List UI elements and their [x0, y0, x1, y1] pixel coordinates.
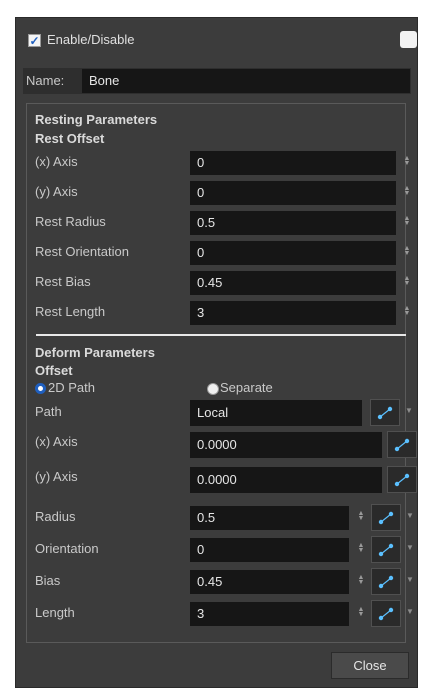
path-field[interactable]: Local — [190, 400, 362, 426]
rest-bias-field[interactable]: 0.45 — [190, 271, 396, 295]
path-label: Path — [35, 404, 62, 419]
spinner-arrows-icon[interactable]: ▲ ▼ — [357, 542, 365, 554]
dropdown-arrow-icon[interactable]: ▼ — [405, 406, 413, 415]
dropdown-arrow-icon[interactable]: ▼ — [406, 543, 414, 552]
deform-orientation-label: Orientation — [35, 541, 99, 556]
deform-x-axis-label: (x) Axis — [35, 434, 78, 449]
spinner-arrows-icon[interactable]: ▲ ▼ — [403, 275, 411, 287]
enable-checkbox[interactable]: ✓ — [28, 34, 41, 47]
rest-orientation-label: Rest Orientation — [35, 244, 129, 259]
deform-title: Deform Parameters — [35, 345, 155, 360]
close-button[interactable]: Close — [331, 652, 409, 679]
rest-y-axis-field[interactable]: 0 — [190, 181, 396, 205]
spinner-arrows-icon[interactable]: ▲ ▼ — [403, 305, 411, 317]
function-curve-icon[interactable] — [371, 600, 401, 627]
spinner-arrows-icon[interactable]: ▲ ▼ — [357, 574, 365, 586]
radio-2d-path[interactable] — [35, 383, 46, 394]
name-field[interactable]: Bone — [82, 69, 410, 93]
radio-2d-path-label: 2D Path — [48, 380, 95, 395]
spinner-arrows-icon[interactable]: ▲ ▼ — [357, 606, 365, 618]
rest-orientation-field[interactable]: 0 — [190, 241, 396, 265]
radio-separate-label: Separate — [220, 380, 273, 395]
rest-x-axis-field[interactable]: 0 — [190, 151, 396, 175]
rest-y-axis-label: (y) Axis — [35, 184, 78, 199]
deform-length-label: Length — [35, 605, 75, 620]
dropdown-arrow-icon[interactable]: ▼ — [406, 575, 414, 584]
spinner-arrows-icon[interactable]: ▲ ▼ — [403, 185, 411, 197]
deform-bias-field[interactable]: 0.45 — [190, 570, 349, 594]
rest-radius-field[interactable]: 0.5 — [190, 211, 396, 235]
rest-radius-label: Rest Radius — [35, 214, 106, 229]
deform-offset-title: Offset — [35, 363, 73, 378]
spinner-arrows-icon[interactable]: ▲ ▼ — [403, 215, 411, 227]
enable-label: Enable/Disable — [47, 32, 135, 47]
function-curve-icon[interactable] — [387, 466, 417, 493]
rest-bias-label: Rest Bias — [35, 274, 91, 289]
deform-length-field[interactable]: 3 — [190, 602, 349, 626]
deform-y-axis-field[interactable]: 0.0000 — [190, 467, 382, 493]
deform-radius-label: Radius — [35, 509, 76, 524]
color-swatch-button[interactable] — [400, 31, 417, 48]
resting-title: Resting Parameters — [35, 112, 158, 127]
spinner-arrows-icon[interactable]: ▲ ▼ — [357, 510, 365, 522]
function-curve-icon[interactable] — [371, 536, 401, 563]
rest-offset-title: Rest Offset — [35, 131, 105, 146]
function-curve-icon[interactable] — [370, 399, 400, 426]
function-curve-icon[interactable] — [371, 504, 401, 531]
radio-separate[interactable] — [207, 383, 219, 395]
name-label: Name: — [26, 73, 65, 88]
layer-properties-dialog: ✓ Enable/Disable Name: Bone Resting Para… — [15, 17, 418, 688]
deform-bias-label: Bias — [35, 573, 61, 588]
dropdown-arrow-icon[interactable]: ▼ — [406, 607, 414, 616]
rest-x-axis-label: (x) Axis — [35, 154, 78, 169]
spinner-arrows-icon[interactable]: ▲ ▼ — [403, 245, 411, 257]
function-curve-icon[interactable] — [371, 568, 401, 595]
deform-radius-field[interactable]: 0.5 — [190, 506, 349, 530]
deform-orientation-field[interactable]: 0 — [190, 538, 349, 562]
function-curve-icon[interactable] — [387, 431, 417, 458]
rest-length-label: Rest Length — [35, 304, 106, 319]
section-divider — [36, 334, 406, 336]
spinner-arrows-icon[interactable]: ▲ ▼ — [403, 155, 411, 167]
deform-y-axis-label: (y) Axis — [35, 469, 78, 484]
deform-x-axis-field[interactable]: 0.0000 — [190, 432, 382, 458]
dropdown-arrow-icon[interactable]: ▼ — [406, 511, 414, 520]
rest-length-field[interactable]: 3 — [190, 301, 396, 325]
